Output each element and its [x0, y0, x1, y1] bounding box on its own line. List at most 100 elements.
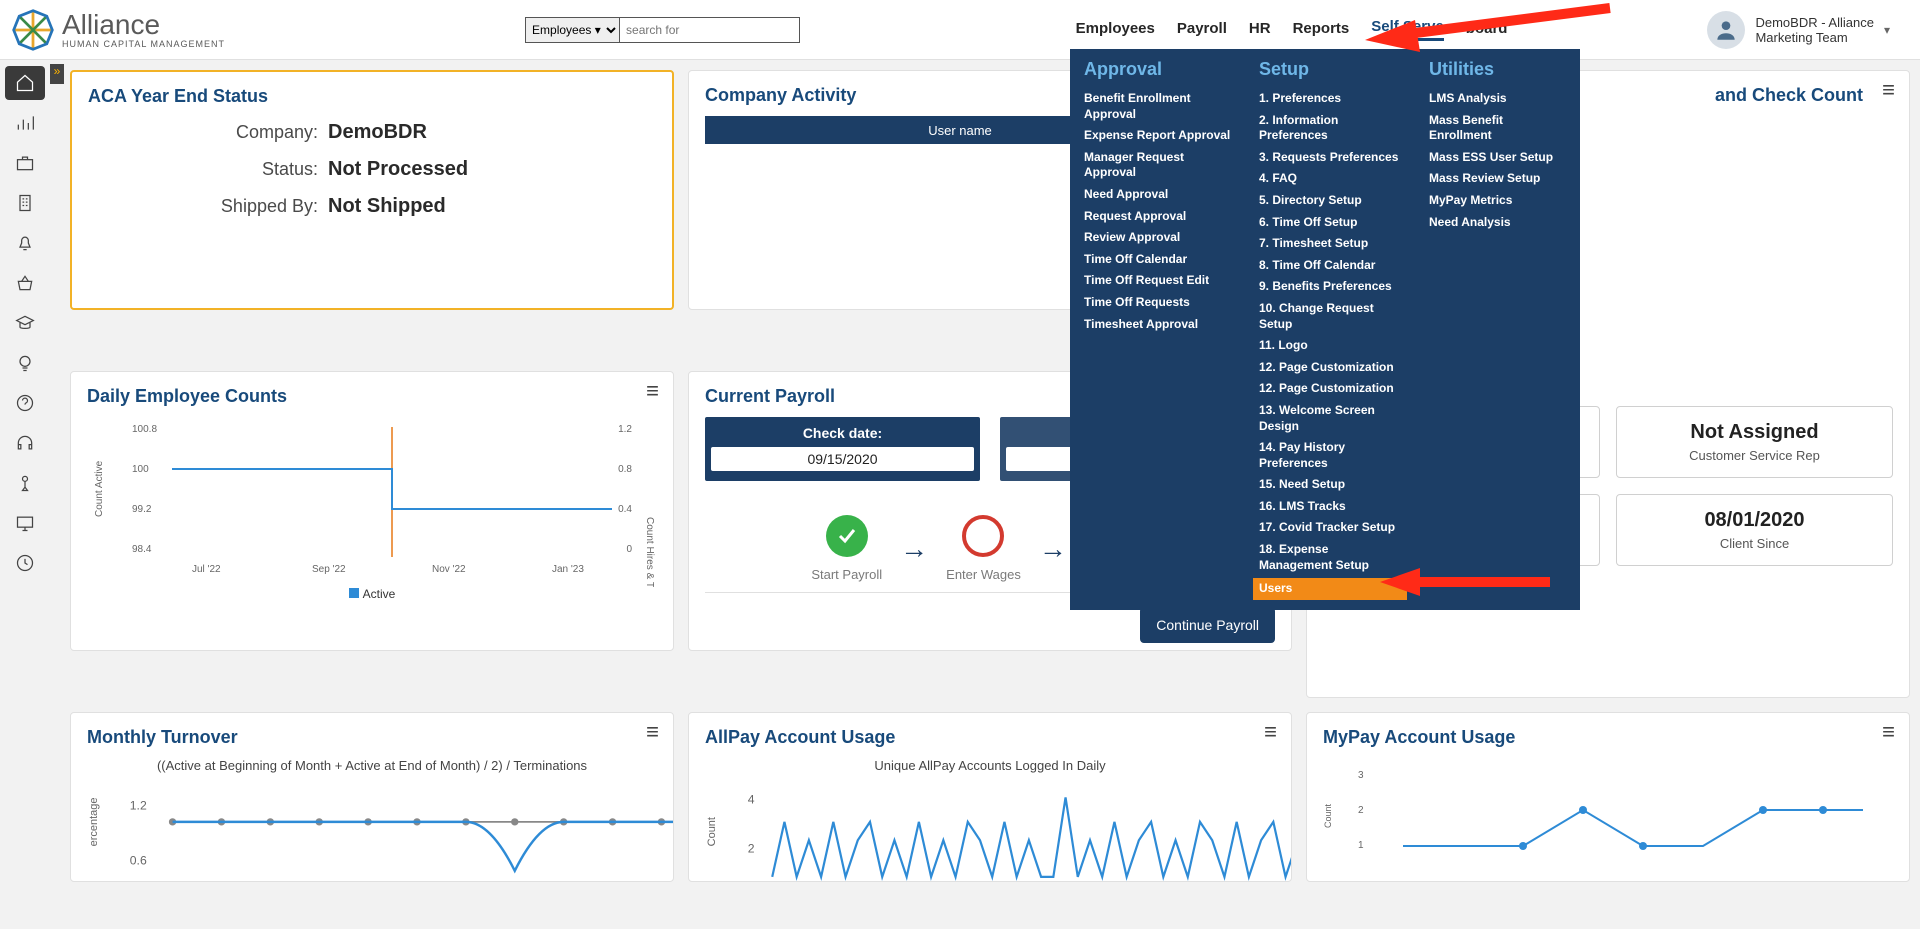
- brand-tagline: HUMAN CAPITAL MANAGEMENT: [62, 39, 225, 49]
- circle-icon: [962, 515, 1004, 557]
- mega-item[interactable]: 1. Preferences: [1259, 88, 1401, 110]
- user-block[interactable]: DemoBDR - Alliance Marketing Team ▾: [1707, 11, 1890, 49]
- mega-item[interactable]: 8. Time Off Calendar: [1259, 255, 1401, 277]
- mega-item[interactable]: 15. Need Setup: [1259, 474, 1401, 496]
- mega-item[interactable]: Mass Review Setup: [1429, 168, 1566, 190]
- rail-analytics-icon[interactable]: [5, 106, 45, 140]
- logo-icon: [10, 7, 56, 53]
- mega-item[interactable]: Time Off Request Edit: [1084, 270, 1231, 292]
- rail-clock-icon[interactable]: [5, 546, 45, 580]
- mega-col-utilities: LMS AnalysisMass Benefit EnrollmentMass …: [1429, 88, 1566, 233]
- svg-text:3: 3: [1358, 770, 1364, 781]
- nav-selfserve[interactable]: Self Serve: [1371, 18, 1444, 41]
- mega-item[interactable]: 2. Information Preferences: [1259, 110, 1401, 147]
- rail-monitor-icon[interactable]: [5, 506, 45, 540]
- mega-item[interactable]: 18. Expense Management Setup: [1259, 539, 1401, 576]
- mega-item[interactable]: LMS Analysis: [1429, 88, 1566, 110]
- allpay-chart: Count 4 2: [705, 773, 1292, 882]
- user-line1: DemoBDR - Alliance: [1755, 15, 1874, 30]
- svg-text:Jul '22: Jul '22: [192, 564, 221, 575]
- turnover-title: Monthly Turnover: [87, 727, 657, 748]
- step-start: Start Payroll: [811, 515, 882, 582]
- continue-payroll-button[interactable]: Continue Payroll: [1140, 607, 1275, 643]
- mega-item[interactable]: Mass ESS User Setup: [1429, 147, 1566, 169]
- svg-text:100: 100: [132, 464, 149, 475]
- main-grid: ACA Year End Status Company:DemoBDR Stat…: [70, 70, 1910, 929]
- rail-help-icon[interactable]: [5, 386, 45, 420]
- nav-reports[interactable]: Reports: [1293, 20, 1350, 40]
- card-menu-icon[interactable]: ≡: [1882, 85, 1895, 95]
- svg-text:Count Hires & Terms: Count Hires & Terms: [644, 517, 655, 587]
- mega-item[interactable]: Request Approval: [1084, 206, 1231, 228]
- user-line2: Marketing Team: [1755, 30, 1874, 45]
- card-menu-icon[interactable]: ≡: [646, 386, 659, 396]
- mega-item[interactable]: 3. Requests Preferences: [1259, 147, 1401, 169]
- step-enter: Enter Wages: [946, 515, 1021, 582]
- mega-item[interactable]: Need Approval: [1084, 184, 1231, 206]
- nav-dashboard[interactable]: board: [1466, 20, 1508, 40]
- mega-item[interactable]: Benefit Enrollment Approval: [1084, 88, 1231, 125]
- rail-basket-icon[interactable]: [5, 266, 45, 300]
- rail-building-icon[interactable]: [5, 186, 45, 220]
- rail-person-icon[interactable]: [5, 466, 45, 500]
- legend-square-icon: [349, 588, 359, 598]
- svg-text:Jan '23: Jan '23: [552, 564, 584, 575]
- rail-education-icon[interactable]: [5, 306, 45, 340]
- nav-employees[interactable]: Employees: [1076, 20, 1155, 40]
- mega-item[interactable]: 11. Logo: [1259, 335, 1401, 357]
- rail-briefcase-icon[interactable]: [5, 146, 45, 180]
- rail-toggle[interactable]: »: [50, 64, 64, 84]
- svg-text:2: 2: [1358, 805, 1364, 816]
- nav-hr[interactable]: HR: [1249, 20, 1271, 40]
- mega-item[interactable]: Manager Request Approval: [1084, 147, 1231, 184]
- mega-item[interactable]: Need Analysis: [1429, 212, 1566, 234]
- search-input[interactable]: [620, 17, 800, 43]
- mega-item[interactable]: 10. Change Request Setup: [1259, 298, 1401, 335]
- mega-item[interactable]: 7. Timesheet Setup: [1259, 233, 1401, 255]
- turnover-subtitle: ((Active at Beginning of Month + Active …: [87, 758, 657, 773]
- search-scope-select[interactable]: Employees ▾: [525, 17, 620, 43]
- arrow-icon: →: [1039, 533, 1067, 565]
- mega-item-users[interactable]: Users: [1253, 578, 1407, 600]
- rail-home-icon[interactable]: [5, 66, 45, 100]
- mega-heading-approval: Approval: [1084, 59, 1231, 80]
- mega-item[interactable]: Time Off Calendar: [1084, 249, 1231, 271]
- card-menu-icon[interactable]: ≡: [1882, 727, 1895, 737]
- mega-item[interactable]: 13. Welcome Screen Design: [1259, 400, 1401, 437]
- mega-item[interactable]: 12. Page Customization: [1259, 378, 1401, 400]
- mega-item[interactable]: 12. Page Customization: [1259, 357, 1401, 379]
- card-menu-icon[interactable]: ≡: [646, 727, 659, 737]
- left-rail: »: [0, 60, 50, 929]
- mega-item[interactable]: 6. Time Off Setup: [1259, 212, 1401, 234]
- mega-item[interactable]: Expense Report Approval: [1084, 125, 1231, 147]
- mega-item[interactable]: 17. Covid Tracker Setup: [1259, 517, 1401, 539]
- mega-item[interactable]: 14. Pay History Preferences: [1259, 437, 1401, 474]
- rail-headset-icon[interactable]: [5, 426, 45, 460]
- mega-item[interactable]: Time Off Requests: [1084, 292, 1231, 314]
- svg-text:99.2: 99.2: [132, 504, 152, 515]
- svg-text:Count: Count: [1323, 803, 1333, 828]
- rail-bell-icon[interactable]: [5, 226, 45, 260]
- mega-item[interactable]: Mass Benefit Enrollment: [1429, 110, 1566, 147]
- rail-bulb-icon[interactable]: [5, 346, 45, 380]
- svg-text:100.8: 100.8: [132, 424, 157, 435]
- card-menu-icon[interactable]: ≡: [1264, 727, 1277, 737]
- mega-item[interactable]: Review Approval: [1084, 227, 1231, 249]
- svg-text:Count: Count: [706, 817, 718, 846]
- svg-text:0.8: 0.8: [618, 464, 632, 475]
- turnover-chart: ercentage Coun 1.2 0.6 120 60: [87, 773, 674, 882]
- mega-item[interactable]: Timesheet Approval: [1084, 314, 1231, 336]
- mega-item[interactable]: 16. LMS Tracks: [1259, 496, 1401, 518]
- mega-item[interactable]: MyPay Metrics: [1429, 190, 1566, 212]
- mega-item[interactable]: 9. Benefits Preferences: [1259, 276, 1401, 298]
- aca-rows: Company:DemoBDR Status:Not Processed Shi…: [88, 121, 656, 218]
- svg-text:0.4: 0.4: [618, 504, 632, 515]
- mega-col-approval: Benefit Enrollment ApprovalExpense Repor…: [1084, 88, 1231, 335]
- mega-item[interactable]: 4. FAQ: [1259, 168, 1401, 190]
- chevron-down-icon: ▾: [1884, 23, 1890, 37]
- nav-payroll[interactable]: Payroll: [1177, 20, 1227, 40]
- aca-title: ACA Year End Status: [88, 86, 656, 107]
- daily-card: ≡ Daily Employee Counts Count Active Cou…: [70, 371, 674, 651]
- logo: Alliance HUMAN CAPITAL MANAGEMENT: [10, 7, 225, 53]
- mega-item[interactable]: 5. Directory Setup: [1259, 190, 1401, 212]
